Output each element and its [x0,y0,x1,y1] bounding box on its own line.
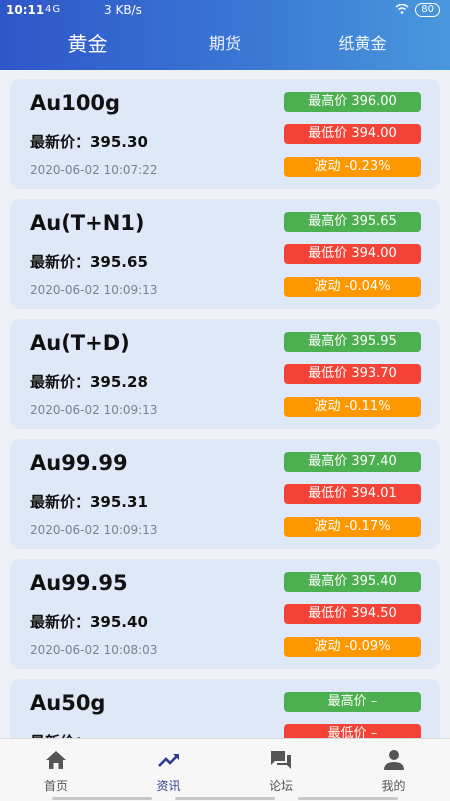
volatility-badge: 波动 -0.11% [284,397,421,417]
wifi-icon [395,3,409,17]
instrument-name: Au50g [30,691,106,715]
quote-timestamp: 2020-06-02 10:09:13 [30,523,158,537]
home-icon [44,749,68,771]
status-bar: 10:11 4G 3 KB/s 80 [0,0,450,20]
latest-price: 最新价：395.40 [30,613,148,631]
low-price-badge: 最低价 393.70 [284,364,421,384]
instrument-name: Au(T+N1) [30,211,145,235]
quote-card[interactable]: Au99.95 最新价：395.40 2020-06-02 10:08:03 最高价 … [10,559,440,669]
instrument-name: Au(T+D) [30,331,130,355]
nav-person[interactable]: 我的 [338,739,450,801]
latest-price: 最新价： [30,731,90,738]
high-price-badge: 最高价 395.40 [284,572,421,592]
forum-icon [269,749,293,771]
person-icon [382,749,406,771]
category-tabs: 黄金 期货 纸黄金 [0,26,450,70]
low-price-badge: 最低价 394.01 [284,484,421,504]
nav-home[interactable]: 首页 [0,739,112,801]
nav-label: 论坛 [268,779,293,793]
quote-list[interactable]: Au100g 最新价：395.30 2020-06-02 10:07:22 最高价 3… [0,70,450,738]
quote-card[interactable]: Au(T+N1) 最新价：395.65 2020-06-02 10:09:13 最高价… [10,199,440,309]
tab-2[interactable]: 纸黄金 [305,26,420,70]
nav-label: 资讯 [156,779,181,793]
quote-timestamp: 2020-06-02 10:09:13 [30,403,158,417]
low-price-badge: 最低价 394.00 [284,124,421,144]
nav-label: 我的 [381,779,406,793]
bottom-navigation: 首页 资讯 论坛 我的 [0,738,450,801]
battery-indicator: 80 [415,3,440,17]
quote-card[interactable]: Au(T+D) 最新价：395.28 2020-06-02 10:09:13 最高价 … [10,319,440,429]
high-price-badge: 最高价 – [284,692,421,712]
high-price-badge: 最高价 395.65 [284,212,421,232]
nav-label: 首页 [43,779,68,793]
quote-timestamp: 2020-06-02 10:09:13 [30,283,158,297]
volatility-badge: 波动 -0.17% [284,517,421,537]
high-price-badge: 最高价 395.95 [284,332,421,352]
status-time: 10:11 [6,3,45,17]
volatility-badge: 波动 -0.23% [284,157,421,177]
low-price-badge: 最低价 394.00 [284,244,421,264]
signal-icon: 4G [45,4,62,15]
tab-0[interactable]: 黄金 [30,26,145,70]
high-price-badge: 最高价 397.40 [284,452,421,472]
latest-price: 最新价：395.31 [30,493,148,511]
quote-card[interactable]: Au100g 最新价：395.30 2020-06-02 10:07:22 最高价 3… [10,79,440,189]
instrument-name: Au100g [30,91,121,115]
quote-card[interactable]: Au50g 最新价： 最高价 – 最低价 – [10,679,440,738]
instrument-name: Au99.95 [30,571,128,595]
nav-trending[interactable]: 资讯 [113,739,225,801]
high-price-badge: 最高价 396.00 [284,92,421,112]
app-header: 10:11 4G 3 KB/s 80 黄金 期货 纸黄金 [0,0,450,70]
volatility-badge: 波动 -0.09% [284,637,421,657]
latest-price: 最新价：395.28 [30,373,148,391]
instrument-name: Au99.99 [30,451,128,475]
quote-card[interactable]: Au99.99 最新价：395.31 2020-06-02 10:09:13 最高价 … [10,439,440,549]
latest-price: 最新价：395.30 [30,133,148,151]
nav-forum[interactable]: 论坛 [225,739,337,801]
quote-timestamp: 2020-06-02 10:07:22 [30,163,158,177]
quote-timestamp: 2020-06-02 10:08:03 [30,643,158,657]
low-price-badge: 最低价 – [284,724,421,738]
trending-icon [157,749,181,771]
low-price-badge: 最低价 394.50 [284,604,421,624]
latest-price: 最新价：395.65 [30,253,148,271]
tab-1[interactable]: 期货 [170,26,280,70]
network-speed: 3 KB/s [104,3,142,17]
volatility-badge: 波动 -0.04% [284,277,421,297]
